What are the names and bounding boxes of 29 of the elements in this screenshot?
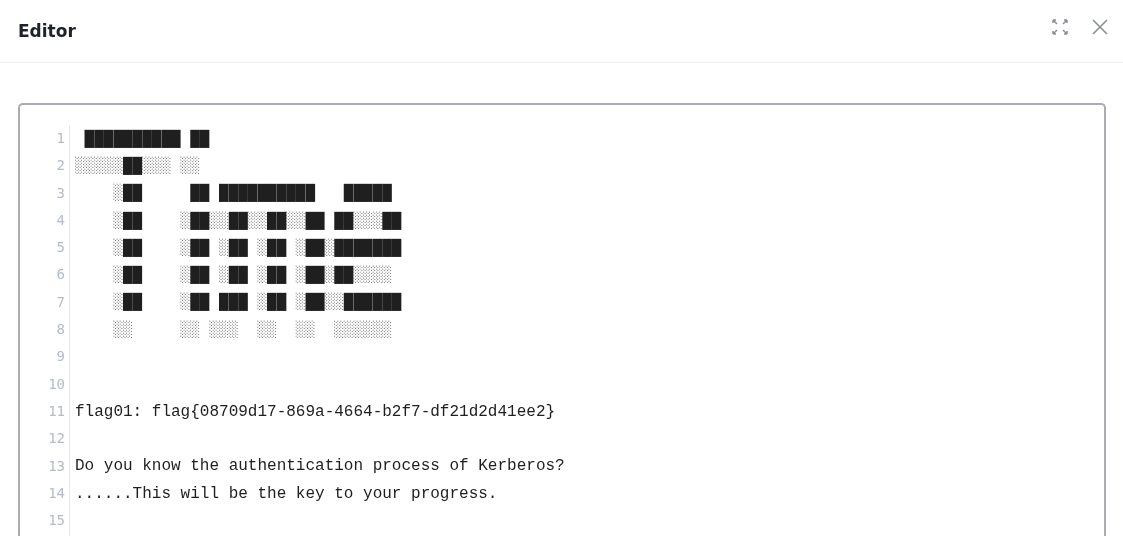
code-line: ██████████ ██ xyxy=(83,128,210,150)
line-number: 8 xyxy=(55,320,65,340)
code-line: ......This will be the key to your progress. xyxy=(75,483,498,505)
line-number: 12 xyxy=(47,429,65,449)
code-line: ░░░░░██░░░ ░░ xyxy=(75,155,200,177)
code-editor[interactable] xyxy=(18,103,1106,536)
line-number: 9 xyxy=(55,347,65,367)
line-number: 5 xyxy=(55,238,65,258)
line-number: 6 xyxy=(55,265,65,285)
code-line: flag01: flag{08709d17-869a-4664-b2f7-df21d2d41ee2} xyxy=(75,401,556,423)
line-number: 11 xyxy=(47,401,65,421)
code-line: ░██ ░██ ███ ░██ ░██░░██████ xyxy=(112,291,402,314)
line-number: 3 xyxy=(55,183,65,203)
code-line: ░██ ░██░░██░░██░░██ ██░░░██ xyxy=(112,210,402,232)
line-number: 1 xyxy=(55,129,65,148)
fullscreen-button[interactable] xyxy=(1049,16,1071,38)
dialog-title: Editor xyxy=(18,21,76,41)
code-line: ░██ ░██ ░██ ░██ ░██░███████ xyxy=(112,237,402,259)
line-number: 7 xyxy=(55,292,65,312)
code-line: ░██ ░██ ░██ ░██ ░██░██░░░░ xyxy=(112,264,392,287)
line-number: 2 xyxy=(55,156,65,176)
line-number: 13 xyxy=(47,456,65,476)
code-line: ░██ ██ ██████████ █████ xyxy=(112,182,392,205)
code-line: Do you know the authentication process of Kerberos? xyxy=(75,456,565,478)
line-number: 4 xyxy=(55,210,65,230)
line-number: 15 xyxy=(47,511,65,531)
line-number: 14 xyxy=(47,483,65,503)
code-line: ░░ ░░ ░░░ ░░ ░░ ░░░░░░ xyxy=(112,319,392,341)
line-number: 10 xyxy=(47,374,65,394)
